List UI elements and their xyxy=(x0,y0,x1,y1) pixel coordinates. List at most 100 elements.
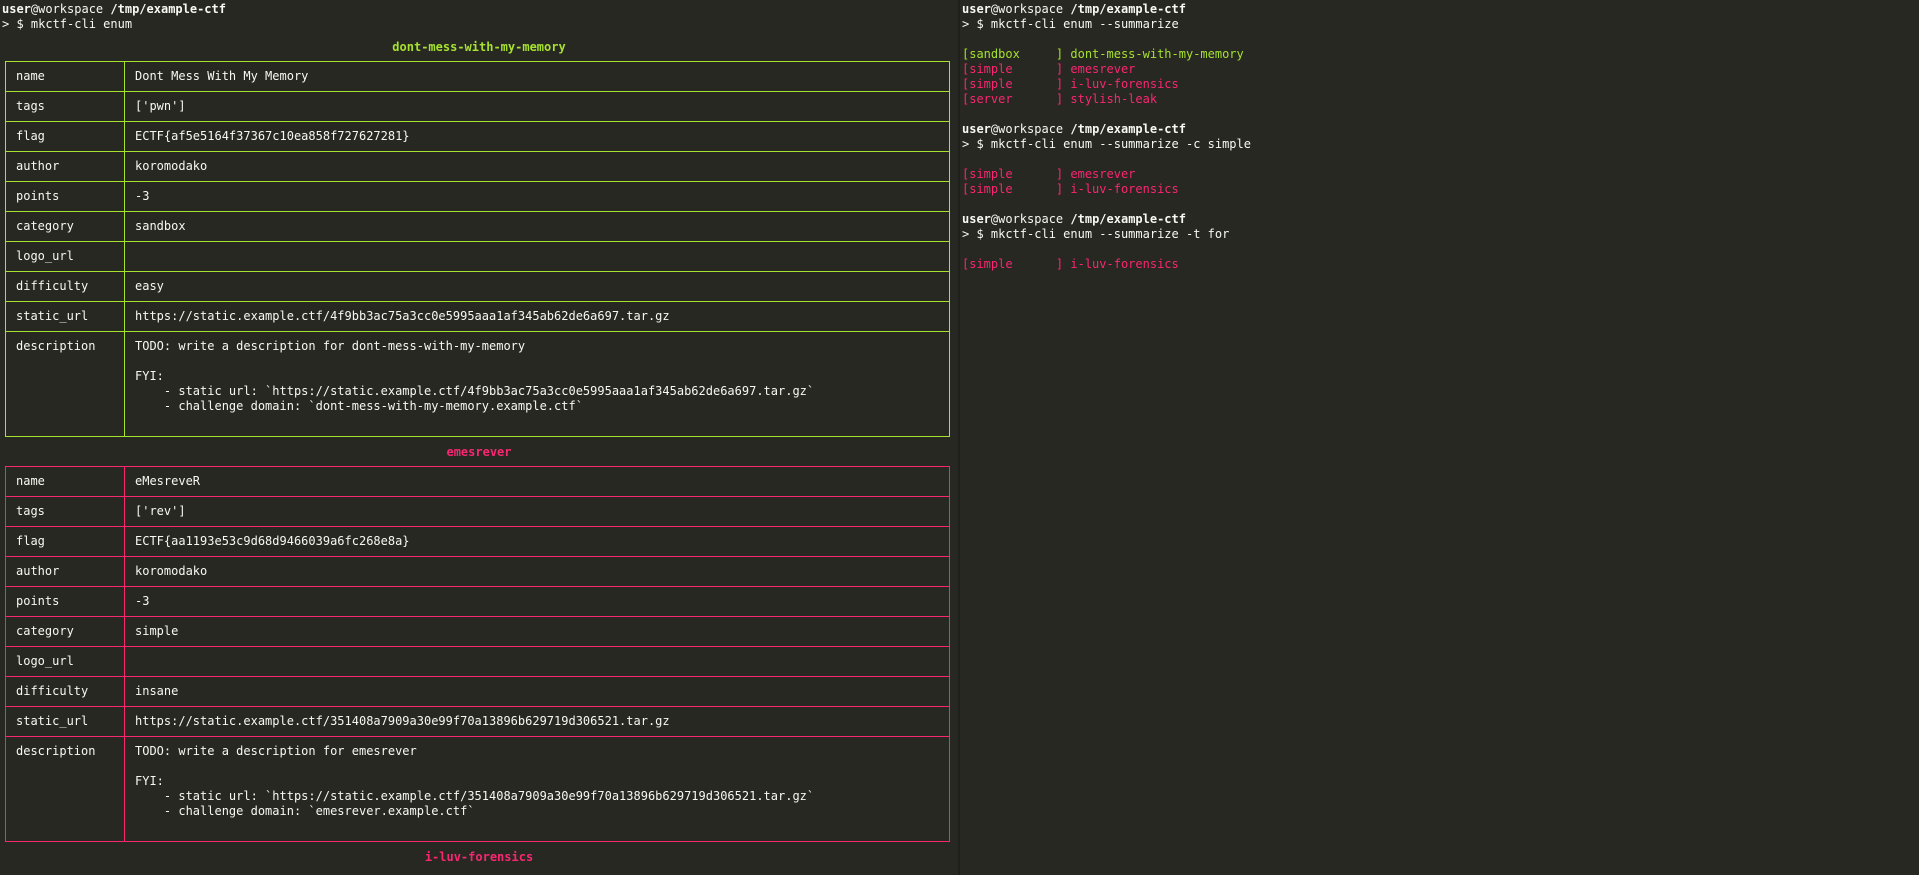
row-key: author xyxy=(5,151,125,182)
row-value xyxy=(124,646,950,677)
row-key: tags xyxy=(5,91,125,122)
row-key: author xyxy=(5,556,125,587)
row-key: static_url xyxy=(5,301,125,332)
table-row: logo_url xyxy=(5,646,950,677)
summary-line: [simple ] emesrever xyxy=(962,62,1136,76)
table-row: static_url https://static.example.ctf/4f9… xyxy=(5,301,950,332)
description-line: - challenge domain: `dont-mess-with-my-m… xyxy=(135,399,583,413)
table-row-description: description TODO: write a description fo… xyxy=(5,331,950,437)
row-value: easy xyxy=(124,271,950,302)
table-row: author koromodako xyxy=(5,151,950,182)
left-prompt: user@workspace /tmp/example-ctf > $ mkct… xyxy=(0,0,958,32)
table-row: tags ['rev'] xyxy=(5,496,950,527)
row-key: difficulty xyxy=(5,676,125,707)
row-value: -3 xyxy=(124,181,950,212)
challenge-title: i-luv-forensics xyxy=(424,850,534,864)
table-row: flag ECTF{af5e5164f37367c10ea858f72762728… xyxy=(5,121,950,152)
table-row: flag ECTF{aa1193e53c9d68d9466039a6fc268e8… xyxy=(5,526,950,557)
prompt-user: user xyxy=(962,212,991,226)
table-row: logo_url xyxy=(5,241,950,272)
row-key: description xyxy=(5,331,125,437)
row-key: name xyxy=(5,61,125,92)
prompt-host: @workspace xyxy=(30,2,104,16)
row-key: difficulty xyxy=(5,271,125,302)
left-terminal-pane[interactable]: user@workspace /tmp/example-ctf > $ mkct… xyxy=(0,0,958,875)
summary-line: [server ] stylish-leak xyxy=(962,92,1158,106)
description-line: TODO: write a description for emesrever xyxy=(135,744,417,758)
row-value: koromodako xyxy=(124,556,950,587)
row-value: sandbox xyxy=(124,211,950,242)
prompt-host: @workspace xyxy=(990,2,1064,16)
row-key: points xyxy=(5,586,125,617)
command-line: > $ mkctf-cli enum --summarize -t for xyxy=(962,227,1230,241)
table-row: tags ['pwn'] xyxy=(5,91,950,122)
table-row: points -3 xyxy=(5,586,950,617)
challenge-card-i-luv-forensics: i-luv-forensics xyxy=(0,850,958,865)
table-row: category sandbox xyxy=(5,211,950,242)
prompt-user: user xyxy=(2,2,31,16)
prompt-path: /tmp/example-ctf xyxy=(1070,122,1186,136)
table-row: difficulty insane xyxy=(5,676,950,707)
summary-line: [simple ] emesrever xyxy=(962,167,1136,181)
row-key: static_url xyxy=(5,706,125,737)
table-row: points -3 xyxy=(5,181,950,212)
description-value: TODO: write a description for emesrever F… xyxy=(124,736,950,842)
row-key: logo_url xyxy=(5,241,125,272)
right-terminal-pane[interactable]: user@workspace /tmp/example-ctf > $ mkct… xyxy=(960,0,1919,875)
row-value: simple xyxy=(124,616,950,647)
row-key: points xyxy=(5,181,125,212)
description-line xyxy=(135,354,938,369)
description-line: - static url: `https://static.example.ct… xyxy=(135,789,815,803)
row-key: flag xyxy=(5,526,125,557)
command-line: > $ mkctf-cli enum --summarize -c simple xyxy=(962,137,1251,151)
prompt-host: @workspace xyxy=(990,122,1064,136)
table-row-description: description TODO: write a description fo… xyxy=(5,736,950,842)
row-value xyxy=(124,241,950,272)
command-line: > $ mkctf-cli enum xyxy=(2,17,133,31)
row-value: ['rev'] xyxy=(124,496,950,527)
row-key: category xyxy=(5,616,125,647)
row-value: eMesreveR xyxy=(124,466,950,497)
row-key: logo_url xyxy=(5,646,125,677)
description-line: - static url: `https://static.example.ct… xyxy=(135,384,815,398)
challenge-card-dont-mess-with-my-memory: dont-mess-with-my-memory name Dont Mess W… xyxy=(0,40,958,437)
challenge-card-emesrever: emesrever name eMesreveR tags ['rev'] flag… xyxy=(0,445,958,842)
table-row: name eMesreveR xyxy=(5,466,950,497)
row-value: ['pwn'] xyxy=(124,91,950,122)
description-line xyxy=(135,759,938,774)
summary-block: user@workspace /tmp/example-ctf > $ mkct… xyxy=(960,0,1919,272)
challenge-title: dont-mess-with-my-memory xyxy=(392,40,566,54)
prompt-path: /tmp/example-ctf xyxy=(1070,2,1186,16)
prompt-line: user@workspace /tmp/example-ctf xyxy=(962,2,1919,17)
prompt-host: @workspace xyxy=(990,212,1064,226)
challenge-table: name Dont Mess With My Memory tags ['pwn']… xyxy=(5,61,950,437)
row-key: flag xyxy=(5,121,125,152)
description-line: FYI: xyxy=(135,369,164,383)
prompt-user: user xyxy=(962,122,991,136)
description-line: TODO: write a description for dont-mess-… xyxy=(135,339,526,353)
command-line: > $ mkctf-cli enum --summarize xyxy=(962,17,1179,31)
row-value: https://static.example.ctf/4f9bb3ac75a3c… xyxy=(124,301,950,332)
row-value: https://static.example.ctf/351408a7909a3… xyxy=(124,706,950,737)
table-row: author koromodako xyxy=(5,556,950,587)
row-value: insane xyxy=(124,676,950,707)
prompt-user: user xyxy=(962,2,991,16)
summary-line: [simple ] i-luv-forensics xyxy=(962,77,1179,91)
prompt-path: /tmp/example-ctf xyxy=(1070,212,1186,226)
table-row: difficulty easy xyxy=(5,271,950,302)
summary-line: [simple ] i-luv-forensics xyxy=(962,182,1179,196)
row-key: description xyxy=(5,736,125,842)
row-value: -3 xyxy=(124,586,950,617)
table-row: name Dont Mess With My Memory xyxy=(5,61,950,92)
row-value: koromodako xyxy=(124,151,950,182)
description-line: - challenge domain: `emesrever.example.c… xyxy=(135,804,475,818)
row-value: ECTF{aa1193e53c9d68d9466039a6fc268e8a} xyxy=(124,526,950,557)
row-key: tags xyxy=(5,496,125,527)
prompt-line: user@workspace /tmp/example-ctf xyxy=(962,212,1919,227)
row-value: Dont Mess With My Memory xyxy=(124,61,950,92)
prompt-path: /tmp/example-ctf xyxy=(110,2,226,16)
challenge-table: name eMesreveR tags ['rev'] flag ECTF{aa119… xyxy=(5,466,950,842)
description-value: TODO: write a description for dont-mess-… xyxy=(124,331,950,437)
table-row: category simple xyxy=(5,616,950,647)
challenge-title: emesrever xyxy=(446,445,512,459)
